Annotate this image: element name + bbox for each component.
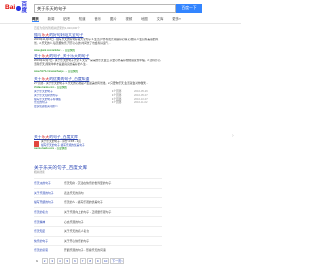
related-link[interactable]: 开朗乐观的句子 - 形容乐天的词语 xyxy=(64,248,162,252)
zhidao-more-link[interactable]: 更多知道相关问题>> xyxy=(34,105,162,109)
page-link[interactable]: 7 xyxy=(79,258,86,264)
result-count: 百度为您找到相关结果约1,020,000个 xyxy=(34,26,81,30)
wenku-doc-link[interactable]: 描写乐观的优美句子 xyxy=(61,144,85,147)
related-searches-table: 乐天派的句子 乐天知命 - 沉浸在快乐的世界里的句子 关于乐观的句子 表达乐天的… xyxy=(34,178,162,255)
result-snippet: 2015年12月7日 - 关于乐天的句子大全:1.天空一朵朵的乐天白云,只要心怀… xyxy=(34,59,162,66)
related-link[interactable]: 关于乐天的名人名言 xyxy=(64,229,162,233)
result-url[interactable]: www.5173.cn/news/haoju... - 百度快照 xyxy=(34,70,162,74)
paw-icon xyxy=(16,6,21,11)
title-text: 描写 xyxy=(34,33,42,37)
related-row: 快乐的句子 关于开心快乐的句子 xyxy=(34,235,162,246)
tab-web[interactable]: 网页 xyxy=(32,16,39,22)
result-url[interactable]: www.gkstk.com/article/... - 百度快照 xyxy=(34,49,162,53)
title-text: 关于 xyxy=(34,54,42,58)
related-link[interactable]: 关于乐观向上的句子 - 正能量乐观句子 xyxy=(64,210,162,214)
baidu-logo[interactable]: Bai 百度 xyxy=(5,1,31,14)
logo-text: Bai xyxy=(5,4,16,12)
title-text: 关于 xyxy=(34,77,42,81)
related-subtitle: 相关搜索 xyxy=(34,171,45,174)
page-link[interactable]: 9 xyxy=(94,258,101,264)
search-button[interactable]: 百度一下 xyxy=(176,4,202,13)
related-row: 描写开朗的句子 乐天的人 - 描写乐观的优美句子 xyxy=(34,197,162,207)
related-link[interactable]: 关于乐观的句子 xyxy=(34,191,64,195)
result-snippet: 2015年11月15日 - 描写乐天的好句好段大全句子:1.生活,户外有阳光雨露… xyxy=(34,38,159,45)
tab-divider xyxy=(0,22,241,23)
related-link[interactable]: 关于开心快乐的句子 xyxy=(64,239,162,243)
title-text: 的优美的句子_百度知道 xyxy=(49,77,90,81)
page-link[interactable]: 6 xyxy=(71,258,78,264)
search-tabs: 网页 新闻 贴吧 知道 音乐 图片 视频 地图 文库 更多» xyxy=(32,16,202,22)
question-date: 2016-11-02 xyxy=(134,101,148,105)
title-text: 的句子_关于乐天的句子 xyxy=(49,54,90,58)
wenku-snippet: 关于乐天的句子 - 评分:4.5/5 - 2页 描写乐天的句子 描写乐观的优美句… xyxy=(34,140,162,147)
related-link[interactable]: 表达乐天的诗句 xyxy=(64,191,162,195)
related-link[interactable]: 乐天派的句子 xyxy=(34,181,64,185)
related-section: 关于乐天的句子_百度文库 相关搜索 xyxy=(34,164,162,175)
chevron-right-icon[interactable]: › xyxy=(232,133,237,140)
related-link[interactable]: 心态乐观的句子 xyxy=(64,220,162,224)
title-text: 关于 xyxy=(34,135,42,139)
tab-zhidao[interactable]: 知道 xyxy=(79,16,86,22)
tab-tieba[interactable]: 贴吧 xyxy=(63,16,70,22)
answer-count: 1个回答 xyxy=(112,101,122,105)
zhidao-result: 关于乐天的优美的句子_百度知道 2个回答 - 关于乐天的句子:1.乐天的心态是人… xyxy=(34,77,162,108)
related-row: 乐天派的句子 乐天知命 - 沉浸在快乐的世界里的句子 xyxy=(34,178,162,188)
page-link[interactable]: 10 xyxy=(102,258,109,264)
page-link[interactable]: 4 xyxy=(56,258,63,264)
page-link[interactable]: 5 xyxy=(64,258,71,264)
pagination: 1 2 3 4 5 6 7 8 9 10 下一页> xyxy=(34,258,125,264)
tab-wenku[interactable]: 文库 xyxy=(157,16,164,22)
page-link[interactable]: 8 xyxy=(87,258,94,264)
title-text: 的好句好段大全句子 xyxy=(49,33,84,37)
related-row: 乐天的意思 开朗乐观的句子 - 形容乐天的词语 xyxy=(34,245,162,255)
related-link[interactable]: 乐天知足 xyxy=(34,229,64,233)
tab-map[interactable]: 地图 xyxy=(141,16,148,22)
next-page-button[interactable]: 下一页> xyxy=(110,258,125,264)
tab-images[interactable]: 图片 xyxy=(110,16,117,22)
related-link[interactable]: 乐天的名言 xyxy=(34,210,64,214)
search-result: 关于乐天的句子_关于乐天的句子 2015年12月7日 - 关于乐天的句子大全:1… xyxy=(34,54,162,73)
tab-music[interactable]: 音乐 xyxy=(94,16,101,22)
search-input[interactable]: 关于乐天的句子 xyxy=(34,4,176,13)
related-link[interactable]: 乐天的意思 xyxy=(34,248,64,252)
page-link[interactable]: 2 xyxy=(41,258,48,264)
tab-news[interactable]: 新闻 xyxy=(48,16,55,22)
related-row: 关于乐观的句子 表达乐天的诗句 xyxy=(34,187,162,198)
related-title-link[interactable]: 关于乐天的句子_百度文库 xyxy=(34,164,162,171)
related-row: 乐天知足 关于乐天的名人名言 xyxy=(34,225,162,236)
logo-text-cn: 百度 xyxy=(21,1,28,14)
result-url[interactable]: wenku.baidu.com - 百度快照 xyxy=(34,147,162,151)
related-link[interactable]: 描写开朗的句子 xyxy=(34,200,64,204)
search-result: 描写乐天的好句好段大全句子 2015年11月15日 - 描写乐天的好句好段大全句… xyxy=(34,33,162,52)
related-row: 乐天精神 心态乐观的句子 xyxy=(34,216,162,226)
document-icon xyxy=(34,140,39,147)
related-row: 乐天的名言 关于乐观向上的句子 - 正能量乐观句子 xyxy=(34,206,162,217)
related-link[interactable]: 乐天的人 - 描写乐观的优美句子 xyxy=(64,200,162,204)
related-link[interactable]: 乐天知命 - 沉浸在快乐的世界里的句子 xyxy=(64,181,162,185)
result-url[interactable]: zhidao.baidu.com - 百度快照 xyxy=(34,86,162,90)
zhidao-question-list: 关于乐天的句子 1个回答 2016-05-26 关于乐天知命的句子 1个回答 2… xyxy=(34,90,162,105)
page-link[interactable]: 3 xyxy=(49,258,56,264)
title-text: 的句子_百度文库 xyxy=(49,135,78,139)
wenku-result: 关于乐天的句子_百度文库 关于乐天的句子 - 评分:4.5/5 - 2页 描写乐… xyxy=(34,135,162,151)
tab-more[interactable]: 更多» xyxy=(172,16,181,22)
page-current: 1 xyxy=(36,259,38,263)
tab-video[interactable]: 视频 xyxy=(125,16,132,22)
search-results-page: Bai 百度 关于乐天的句子 百度一下 网页 新闻 贴吧 知道 音乐 图片 视频… xyxy=(0,0,241,270)
result-snippet: 关于乐天的句子 - 评分:4.5/5 - 2页 xyxy=(41,140,81,143)
wenku-doc-link[interactable]: 描写乐天的句子 xyxy=(41,144,60,147)
related-link[interactable]: 快乐的句子 xyxy=(34,239,64,243)
related-link[interactable]: 乐天精神 xyxy=(34,220,64,224)
